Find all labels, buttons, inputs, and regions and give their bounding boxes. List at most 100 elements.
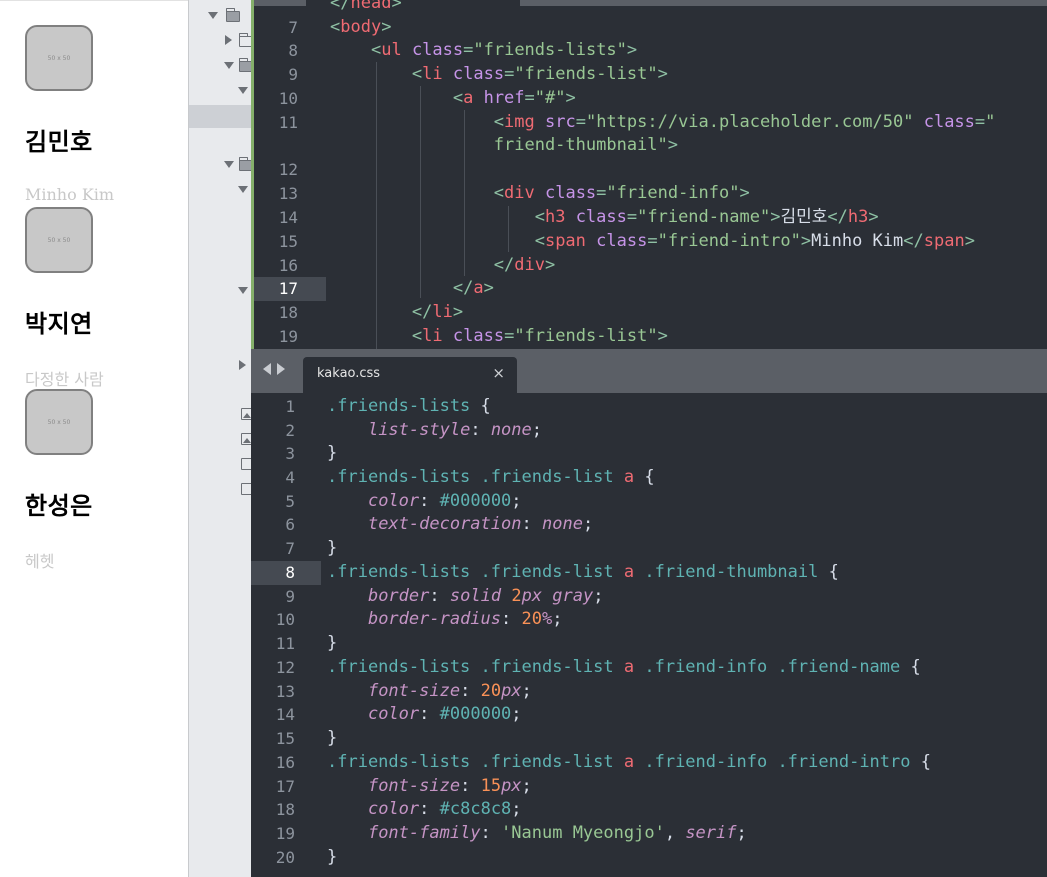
line-number: 9 bbox=[288, 65, 298, 84]
fold-open-icon[interactable] bbox=[224, 161, 234, 168]
html-line-gutter: 7 8 9 10 11 12 13 14 15 16 17 18 19 bbox=[254, 0, 324, 349]
code-line[interactable]: .friends-lists .friends-list a { bbox=[327, 466, 655, 490]
code-line[interactable]: <li class="friends-list"> bbox=[330, 63, 668, 87]
line-number: 10 bbox=[275, 610, 295, 629]
friend-thumbnail[interactable]: 50 x 50 bbox=[25, 25, 93, 91]
friend-intro[interactable]: 다정한 사람 bbox=[25, 366, 104, 390]
code-line[interactable]: } bbox=[327, 632, 337, 656]
css-editor-pane[interactable]: kakao.css × 1 2 3 4 5 6 7 8 9 10 11 12 1… bbox=[251, 349, 1047, 877]
friend-thumbnail[interactable]: 50 x 50 bbox=[25, 389, 93, 455]
file-tree-sidebar[interactable] bbox=[188, 0, 253, 877]
css-line-gutter: 1 2 3 4 5 6 7 8 9 10 11 12 13 14 15 16 1… bbox=[251, 393, 321, 877]
code-line[interactable]: <img src="https://via.placeholder.com/50… bbox=[330, 111, 996, 135]
close-icon[interactable]: × bbox=[492, 364, 505, 382]
friend-thumbnail[interactable]: 50 x 50 bbox=[25, 207, 93, 273]
fold-open-icon[interactable] bbox=[224, 62, 234, 69]
line-number: 4 bbox=[285, 468, 295, 487]
code-line[interactable]: color: #000000; bbox=[327, 703, 522, 727]
code-line[interactable]: color: #000000; bbox=[327, 490, 522, 514]
fold-open-icon[interactable] bbox=[238, 186, 248, 193]
thumbnail-placeholder-label: 50 x 50 bbox=[47, 54, 71, 62]
line-number: 11 bbox=[275, 634, 295, 653]
code-line[interactable]: } bbox=[327, 846, 337, 870]
code-line[interactable]: </li> bbox=[330, 301, 463, 325]
line-number: 7 bbox=[288, 18, 298, 37]
code-line[interactable]: .friends-lists { bbox=[327, 395, 491, 419]
line-number: 14 bbox=[275, 705, 295, 724]
css-code-area[interactable]: .friends-lists { list-style: none; } .fr… bbox=[327, 393, 1047, 877]
friend-name[interactable]: 한성은 bbox=[25, 486, 93, 521]
friend-name[interactable]: 김민호 bbox=[25, 122, 93, 157]
line-number: 16 bbox=[278, 256, 298, 275]
line-number: 12 bbox=[275, 658, 295, 677]
code-line[interactable]: friend-thumbnail"> bbox=[330, 134, 678, 158]
line-number: 18 bbox=[278, 303, 298, 322]
html-editor-pane[interactable]: 7 8 9 10 11 12 13 14 15 16 17 18 19 </he… bbox=[251, 0, 1047, 349]
code-line[interactable]: <ul class="friends-lists"> bbox=[330, 39, 637, 63]
code-line[interactable]: font-size: 20px; bbox=[327, 680, 532, 704]
code-line[interactable]: .friends-lists .friends-list a .friend-t… bbox=[327, 561, 839, 585]
css-tab-bar: kakao.css × bbox=[251, 349, 1047, 393]
nav-forward-icon[interactable] bbox=[277, 363, 285, 375]
line-number: 10 bbox=[278, 89, 298, 108]
thumbnail-placeholder-label: 50 x 50 bbox=[47, 236, 71, 244]
folder-open-icon bbox=[225, 8, 240, 22]
code-line[interactable]: border: solid 2px gray; bbox=[327, 585, 604, 609]
code-line[interactable]: color: #c8c8c8; bbox=[327, 798, 522, 822]
line-number: 9 bbox=[285, 587, 295, 606]
line-number: 18 bbox=[275, 800, 295, 819]
active-line-number: 8 bbox=[251, 561, 321, 585]
code-line[interactable]: border-radius: 20%; bbox=[327, 608, 563, 632]
fold-open-icon[interactable] bbox=[238, 287, 248, 294]
fold-open-icon[interactable] bbox=[238, 87, 248, 94]
friend-intro[interactable]: Minho Kim bbox=[25, 185, 114, 204]
line-number: 12 bbox=[278, 160, 298, 179]
tab-nav-arrows[interactable] bbox=[263, 363, 285, 375]
line-number: 8 bbox=[288, 41, 298, 60]
line-number: 15 bbox=[275, 729, 295, 748]
code-line[interactable]: } bbox=[327, 537, 337, 561]
tab-label: kakao.css bbox=[317, 366, 381, 381]
code-line[interactable]: <a href="#"> bbox=[330, 87, 576, 111]
nav-back-icon[interactable] bbox=[263, 363, 271, 375]
line-number: 19 bbox=[278, 327, 298, 346]
fold-open-icon[interactable] bbox=[208, 12, 218, 19]
code-line[interactable]: </a> bbox=[330, 277, 494, 301]
line-number: 15 bbox=[278, 232, 298, 251]
line-number: 1 bbox=[285, 397, 295, 416]
code-line[interactable]: <li class="friends-list"> bbox=[330, 325, 668, 349]
code-line[interactable]: </div> bbox=[330, 254, 555, 278]
code-line[interactable]: .friends-lists .friends-list a .friend-i… bbox=[327, 751, 931, 775]
line-number: 13 bbox=[278, 184, 298, 203]
code-line[interactable]: font-family: 'Nanum Myeongjo', serif; bbox=[327, 822, 747, 846]
html-code-area[interactable]: </head> <body> <ul class="friends-lists"… bbox=[330, 0, 1047, 349]
code-line[interactable]: .friends-lists .friends-list a .friend-i… bbox=[327, 656, 921, 680]
line-number: 7 bbox=[285, 539, 295, 558]
code-line[interactable]: <div class="friend-info"> bbox=[330, 182, 750, 206]
browser-preview: 50 x 50 김민호 Minho Kim 50 x 50 박지연 다정한 사람… bbox=[0, 0, 188, 877]
code-line[interactable]: } bbox=[327, 727, 337, 751]
friend-intro[interactable]: 헤헷 bbox=[25, 548, 54, 572]
tab-kakao-css[interactable]: kakao.css × bbox=[303, 357, 517, 393]
line-number: 6 bbox=[285, 515, 295, 534]
code-line[interactable]: font-size: 15px; bbox=[327, 775, 532, 799]
line-number: 16 bbox=[275, 753, 295, 772]
code-line[interactable]: list-style: none; bbox=[327, 419, 542, 443]
code-line[interactable]: </head> bbox=[330, 0, 402, 16]
code-line[interactable]: <span class="friend-intro">Minho Kim</sp… bbox=[330, 230, 975, 254]
fold-closed-icon[interactable] bbox=[239, 360, 246, 370]
code-line[interactable]: text-decoration: none; bbox=[327, 513, 593, 537]
line-number: 13 bbox=[275, 682, 295, 701]
friend-name[interactable]: 박지연 bbox=[25, 304, 93, 339]
line-number: 20 bbox=[275, 848, 295, 867]
active-line-number: 17 bbox=[254, 277, 324, 301]
code-line[interactable]: <h3 class="friend-name">김민호</h3> bbox=[330, 206, 879, 230]
line-number: 2 bbox=[285, 421, 295, 440]
fold-closed-icon[interactable] bbox=[225, 35, 232, 45]
code-line[interactable]: } bbox=[327, 442, 337, 466]
line-number: 19 bbox=[275, 824, 295, 843]
code-line[interactable]: <body> bbox=[330, 16, 391, 40]
line-number: 11 bbox=[278, 113, 298, 132]
line-number: 17 bbox=[275, 777, 295, 796]
selected-tree-row[interactable] bbox=[189, 105, 252, 128]
